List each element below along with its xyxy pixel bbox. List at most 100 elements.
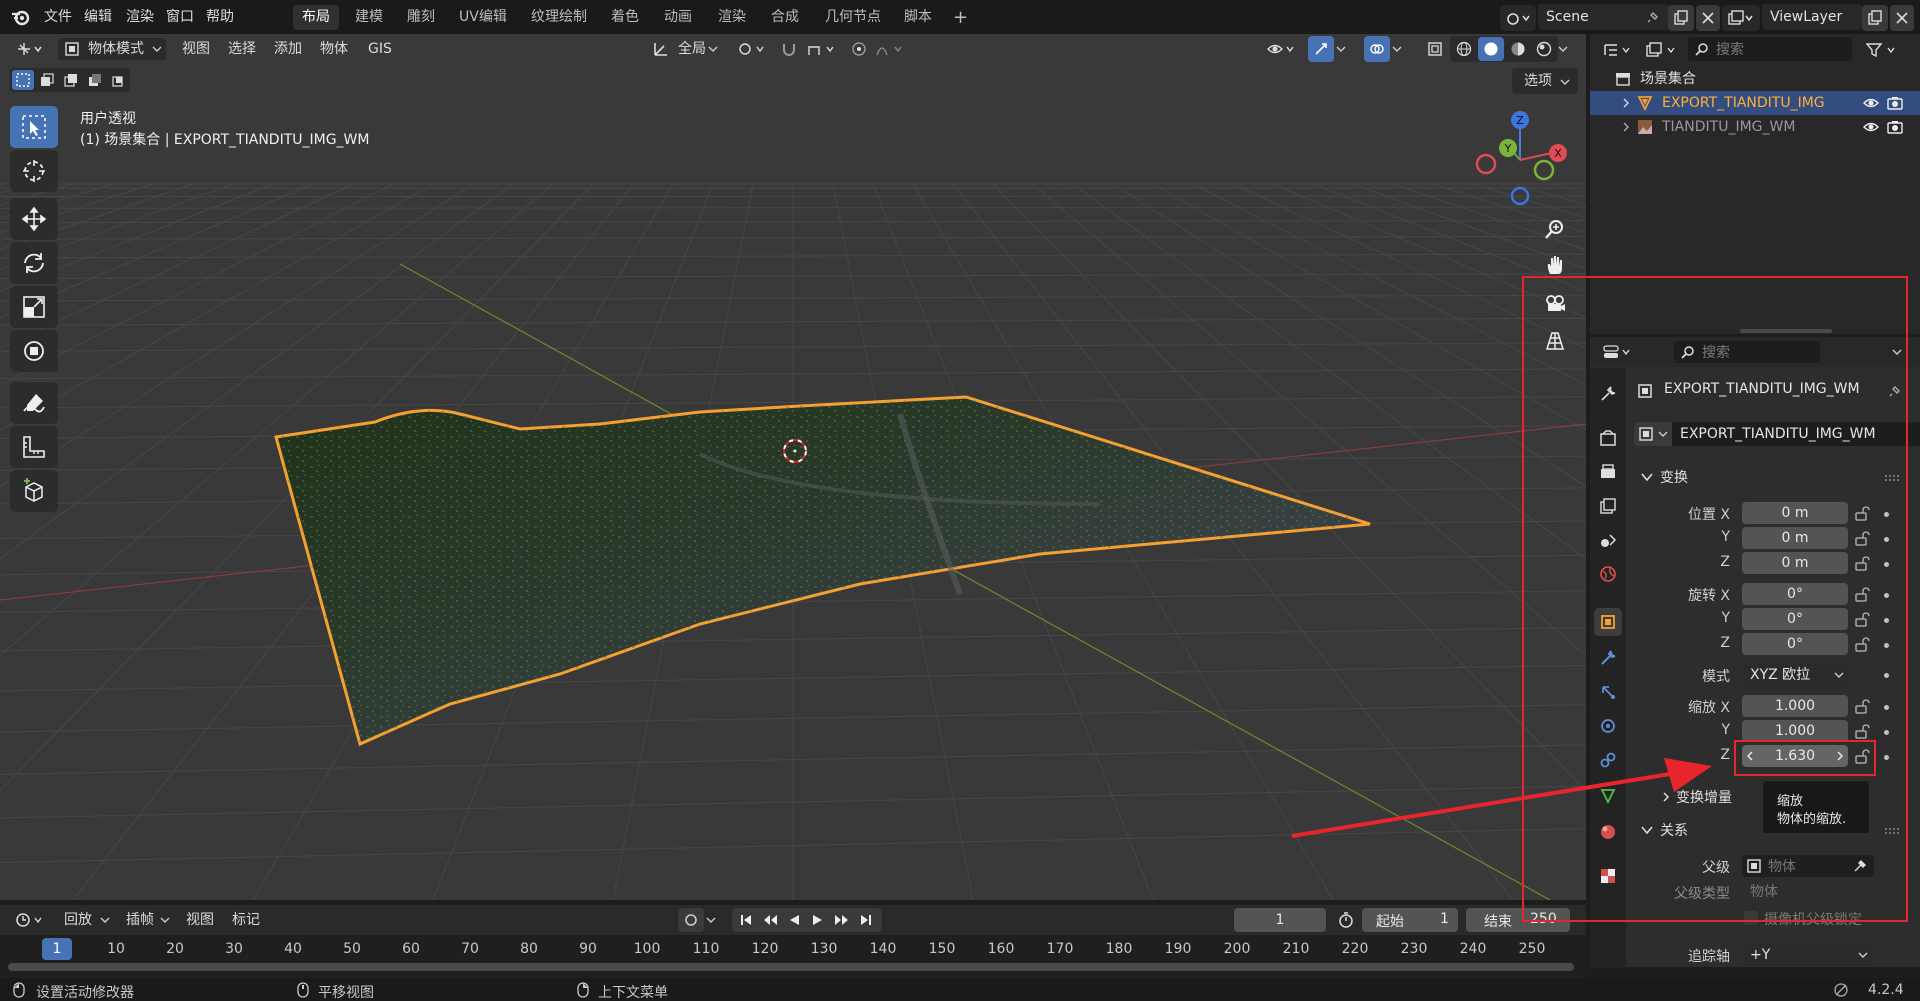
- scale-tool[interactable]: [10, 286, 58, 328]
- timeline-scrollbar-thumb[interactable]: [8, 963, 1574, 971]
- menu-keying[interactable]: 插帧: [120, 909, 160, 931]
- keyframe-dot[interactable]: [1884, 673, 1889, 678]
- tab-layout[interactable]: 布局: [293, 5, 339, 30]
- timeline-scrollbar[interactable]: [8, 963, 1574, 971]
- auto-keying-icon[interactable]: [678, 908, 704, 932]
- keyframe-dot[interactable]: [1884, 537, 1889, 542]
- add-workspace-button[interactable]: +: [944, 5, 977, 30]
- keyframe-dot[interactable]: [1884, 593, 1889, 598]
- jump-keyframe-forward-icon[interactable]: [830, 910, 854, 930]
- navigation-gizmo[interactable]: Z X Y: [1472, 108, 1568, 208]
- lock-icon[interactable]: [1854, 505, 1872, 523]
- timeline-editor-type-icon[interactable]: [12, 909, 48, 931]
- keyframe-dot[interactable]: [1884, 562, 1889, 567]
- lock-icon[interactable]: [1854, 748, 1872, 766]
- transform-tool[interactable]: [10, 330, 58, 372]
- tab-uv-editing[interactable]: UV编辑: [450, 5, 516, 30]
- select-new-icon[interactable]: [12, 70, 34, 90]
- move-tool[interactable]: [10, 198, 58, 240]
- pivot-point-icon[interactable]: [734, 38, 770, 60]
- menu-render[interactable]: 渲染: [120, 6, 160, 28]
- proportional-edit-icon[interactable]: [848, 38, 870, 60]
- eye-icon[interactable]: [1862, 119, 1880, 135]
- play-icon[interactable]: [806, 910, 830, 930]
- tab-rendering[interactable]: 渲染: [709, 5, 755, 30]
- outliner-item-export-tianditu-img[interactable]: EXPORT_TIANDITU_IMG: [1590, 91, 1920, 115]
- tab-scripting[interactable]: 脚本: [895, 5, 941, 30]
- material-shading-icon[interactable]: [1506, 38, 1530, 60]
- blender-logo-icon[interactable]: [10, 7, 32, 27]
- wireframe-shading-icon[interactable]: [1452, 38, 1476, 60]
- tab-compositing[interactable]: 合成: [762, 5, 808, 30]
- select-box-tool[interactable]: [10, 106, 58, 148]
- falloff-icon[interactable]: [872, 38, 908, 60]
- keyframe-dot[interactable]: [1884, 730, 1889, 735]
- menu-object[interactable]: 物体: [314, 38, 354, 60]
- chevron-down-icon[interactable]: [1558, 44, 1568, 54]
- rendered-shading-icon[interactable]: [1532, 38, 1556, 60]
- tab-shading[interactable]: 着色: [602, 5, 648, 30]
- keyframe-dot[interactable]: [1884, 618, 1889, 623]
- editor-type-icon[interactable]: [12, 37, 48, 61]
- new-view-layer-icon[interactable]: [1862, 5, 1888, 31]
- camera-render-icon[interactable]: [1886, 119, 1904, 135]
- add-cube-tool[interactable]: [10, 470, 58, 512]
- camera-render-icon[interactable]: [1886, 95, 1904, 111]
- cursor-tool[interactable]: [10, 150, 58, 192]
- jump-end-icon[interactable]: [854, 910, 878, 930]
- lock-icon[interactable]: [1854, 586, 1872, 604]
- play-reverse-icon[interactable]: [782, 910, 806, 930]
- menu-gis[interactable]: GIS: [362, 38, 398, 60]
- keyframe-dot[interactable]: [1884, 512, 1889, 517]
- chevron-down-icon[interactable]: [706, 915, 716, 925]
- visibility-icon[interactable]: [1264, 37, 1300, 61]
- keyframe-dot[interactable]: [1884, 705, 1889, 710]
- outliner-root-row[interactable]: 场景集合: [1590, 67, 1920, 91]
- filter-icon[interactable]: [1862, 37, 1902, 63]
- measure-tool[interactable]: [10, 426, 58, 468]
- snap-icon[interactable]: [778, 38, 800, 60]
- tab-modeling[interactable]: 建模: [346, 5, 392, 30]
- chevron-down-icon[interactable]: [1336, 44, 1346, 54]
- chevron-right-icon[interactable]: [1620, 96, 1632, 110]
- menu-playback[interactable]: 回放: [58, 909, 98, 931]
- annotate-tool[interactable]: [10, 382, 58, 424]
- select-invert-icon[interactable]: [84, 70, 106, 90]
- outliner-search-input[interactable]: 搜索: [1688, 37, 1852, 61]
- menu-marker[interactable]: 标记: [226, 909, 266, 931]
- tab-texture-paint[interactable]: 纹理绘制: [522, 5, 596, 30]
- lock-icon[interactable]: [1854, 611, 1872, 629]
- pin-icon[interactable]: [1644, 8, 1662, 26]
- menu-view[interactable]: 视图: [176, 38, 216, 60]
- chevron-down-icon[interactable]: [1392, 44, 1402, 54]
- menu-window[interactable]: 窗口: [160, 6, 200, 28]
- keyframe-dot[interactable]: [1884, 755, 1889, 760]
- lock-icon[interactable]: [1854, 530, 1872, 548]
- snap-target-icon[interactable]: [804, 38, 840, 60]
- menu-edit[interactable]: 编辑: [78, 6, 118, 28]
- outliner-editor-type-icon[interactable]: [1600, 37, 1636, 63]
- lock-icon[interactable]: [1854, 555, 1872, 573]
- track-axis-dropdown[interactable]: +Y: [1742, 944, 1874, 966]
- menu-timeline-view[interactable]: 视图: [180, 909, 220, 931]
- rotate-tool[interactable]: [10, 242, 58, 284]
- menu-select[interactable]: 选择: [222, 38, 262, 60]
- stopwatch-icon[interactable]: [1334, 908, 1358, 932]
- select-extend-icon[interactable]: [36, 70, 58, 90]
- menu-add[interactable]: 添加: [268, 38, 308, 60]
- menu-help[interactable]: 帮助: [200, 6, 240, 28]
- outliner-item-tianditu-img-wm[interactable]: TIANDITU_IMG_WM: [1590, 115, 1920, 139]
- view-layer-selector-icon[interactable]: [1722, 5, 1760, 31]
- lock-icon[interactable]: [1854, 698, 1872, 716]
- scene-selector-icon[interactable]: [1500, 5, 1536, 31]
- transform-orientation-icon[interactable]: [650, 38, 672, 60]
- lock-icon[interactable]: [1854, 636, 1872, 654]
- delete-view-layer-icon[interactable]: [1890, 5, 1914, 31]
- zoom-icon[interactable]: [1538, 212, 1572, 246]
- xray-icon[interactable]: [1424, 38, 1446, 60]
- jump-start-icon[interactable]: [734, 910, 758, 930]
- view-layer-name-field[interactable]: ViewLayer: [1762, 4, 1862, 30]
- menu-file[interactable]: 文件: [38, 6, 78, 28]
- orientation-dropdown[interactable]: 全局: [672, 38, 712, 60]
- chevron-right-icon[interactable]: [1620, 120, 1632, 134]
